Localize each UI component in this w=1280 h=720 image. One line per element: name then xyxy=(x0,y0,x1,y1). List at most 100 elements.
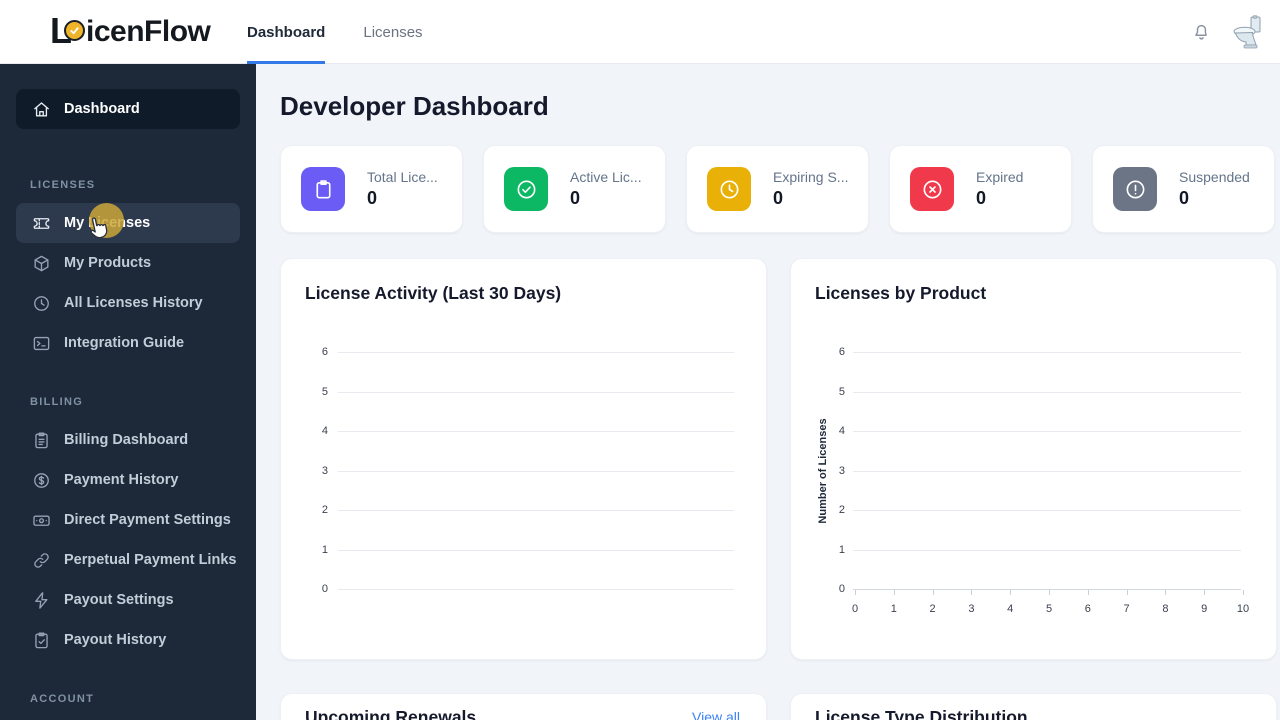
license-type-distribution-card: License Type Distribution xyxy=(790,693,1277,720)
y-tick-label: 3 xyxy=(838,464,845,477)
sidebar-item-integration-guide[interactable]: Integration Guide xyxy=(16,323,240,363)
brand-logo[interactable]: L icenFlow xyxy=(50,11,211,53)
x-tick-mark xyxy=(932,590,934,595)
sidebar-item-label: All Licenses History xyxy=(64,295,203,311)
gridline xyxy=(338,352,734,353)
x-tick-mark xyxy=(1049,590,1050,595)
package-icon xyxy=(32,254,51,273)
x-tick-label: 9 xyxy=(1201,603,1208,615)
sidebar-item-all-licenses-history[interactable]: All Licenses History xyxy=(16,283,240,323)
tab-licenses[interactable]: Licenses xyxy=(363,0,422,64)
sidebar-item-label: Dashboard xyxy=(64,101,140,117)
terminal-icon xyxy=(32,334,51,353)
sidebar-item-direct-payment-settings[interactable]: Direct Payment Settings xyxy=(16,500,240,540)
sidebar-item-label: Integration Guide xyxy=(64,335,185,351)
gridline xyxy=(338,589,734,590)
topbar-actions xyxy=(1190,0,1264,64)
clipboard-check-icon xyxy=(32,631,51,650)
gridline xyxy=(338,391,734,393)
card-title: Upcoming Renewals xyxy=(305,707,477,720)
sidebar-item-my-products[interactable]: My Products xyxy=(16,243,240,283)
sidebar-item-dashboard[interactable]: Dashboard xyxy=(16,89,240,129)
x-tick-mark xyxy=(971,590,973,595)
logo-check-badge-icon xyxy=(64,20,85,41)
x-tick-mark xyxy=(1204,590,1206,595)
gridline xyxy=(853,431,1241,432)
zap-icon xyxy=(32,591,51,610)
x-tick-label: 4 xyxy=(1007,603,1014,615)
stat-value: 0 xyxy=(367,188,378,208)
card-title: License Type Distribution xyxy=(815,707,1028,720)
sidebar-item-my-licenses[interactable]: My Licenses xyxy=(16,203,240,243)
sidebar-section-account: ACCOUNT xyxy=(30,693,95,705)
gridline xyxy=(853,391,1241,393)
licenses-by-product-plot: Number of Licenses 6 5 4 3 2 1 0 0 1 2 3 4 5 6 7 8 9 10 xyxy=(791,259,1276,659)
gridline xyxy=(853,510,1241,511)
dollar-circle-icon xyxy=(32,471,51,490)
y-tick-label: 6 xyxy=(838,346,845,358)
x-tick-label: 3 xyxy=(968,603,975,615)
stat-card-expired: Expired 0 xyxy=(889,145,1072,233)
sidebar-item-billing-dashboard[interactable]: Billing Dashboard xyxy=(16,420,240,460)
gridline xyxy=(338,549,734,551)
y-tick-label: 2 xyxy=(838,504,845,516)
licenses-by-product-card: Licenses by Product Number of Licenses 6… xyxy=(790,258,1277,660)
x-tick-label: 2 xyxy=(929,603,936,615)
stat-value: 0 xyxy=(976,188,987,208)
sidebar-section-billing: BILLING xyxy=(30,396,84,408)
stat-label: Active Lic... xyxy=(570,169,642,185)
sidebar-item-payment-history[interactable]: Payment History xyxy=(16,460,240,500)
y-tick-label: 0 xyxy=(321,583,328,595)
stat-value: 0 xyxy=(570,188,581,208)
gridline xyxy=(853,352,1241,353)
x-tick-label: 6 xyxy=(1084,603,1091,615)
y-tick-label: 4 xyxy=(838,425,845,437)
stat-label: Expired xyxy=(976,169,1024,185)
gridline xyxy=(853,549,1241,551)
sidebar-item-label: My Products xyxy=(64,255,152,271)
stat-label: Expiring S... xyxy=(773,169,849,185)
stat-card-expiring-s: Expiring S... 0 xyxy=(686,145,869,233)
x-tick-mark xyxy=(1126,590,1128,595)
stats-row: Total Lice... 0 Active Lic... 0 Expiring S..… xyxy=(280,145,1275,233)
y-tick-label: 4 xyxy=(321,425,328,437)
clock-icon xyxy=(707,167,751,211)
check-circle-icon xyxy=(504,167,548,211)
sidebar-item-perpetual-payment-links[interactable]: Perpetual Payment Links xyxy=(16,540,240,580)
gridline xyxy=(853,589,1241,590)
stat-label: Suspended xyxy=(1179,169,1250,185)
y-tick-label: 1 xyxy=(321,543,328,556)
sidebar-item-payout-history[interactable]: Payout History xyxy=(16,620,240,660)
x-tick-mark xyxy=(1243,590,1244,595)
x-tick-mark xyxy=(855,590,856,595)
notifications-bell-icon[interactable] xyxy=(1190,21,1212,43)
clock-icon xyxy=(32,294,51,313)
page-title: Developer Dashboard xyxy=(280,91,549,121)
x-circle-icon xyxy=(910,167,954,211)
gridline xyxy=(853,470,1241,472)
clipboard-list-icon xyxy=(32,431,51,450)
stat-value: 0 xyxy=(773,188,784,208)
stat-card-active-lic: Active Lic... 0 xyxy=(483,145,666,233)
stat-label: Total Lice... xyxy=(367,169,438,185)
view-all-link[interactable]: View all xyxy=(692,709,740,720)
header-tabs: Dashboard Licenses xyxy=(247,0,423,64)
gridline xyxy=(338,470,734,472)
x-tick-label: 10 xyxy=(1236,603,1250,615)
sidebar-item-label: My Licenses xyxy=(64,215,151,231)
x-tick-mark xyxy=(893,590,895,595)
x-tick-label: 8 xyxy=(1162,603,1169,615)
x-tick-label: 1 xyxy=(890,603,897,615)
y-tick-label: 5 xyxy=(321,385,328,398)
y-tick-label: 3 xyxy=(321,464,328,477)
logo-text: icenFlow xyxy=(86,15,211,48)
sidebar-item-label: Payout History xyxy=(64,632,167,648)
user-avatar-toilet-icon[interactable] xyxy=(1232,15,1264,49)
license-activity-plot: 6 5 4 3 2 1 0 xyxy=(281,259,766,659)
sidebar-section-licenses: LICENSES xyxy=(30,179,96,191)
upcoming-renewals-card: Upcoming Renewals View all xyxy=(280,693,767,720)
clipboard-icon xyxy=(301,167,345,211)
sidebar-item-label: Direct Payment Settings xyxy=(64,512,231,528)
sidebar-item-payout-settings[interactable]: Payout Settings xyxy=(16,580,240,620)
tab-dashboard[interactable]: Dashboard xyxy=(247,0,326,64)
